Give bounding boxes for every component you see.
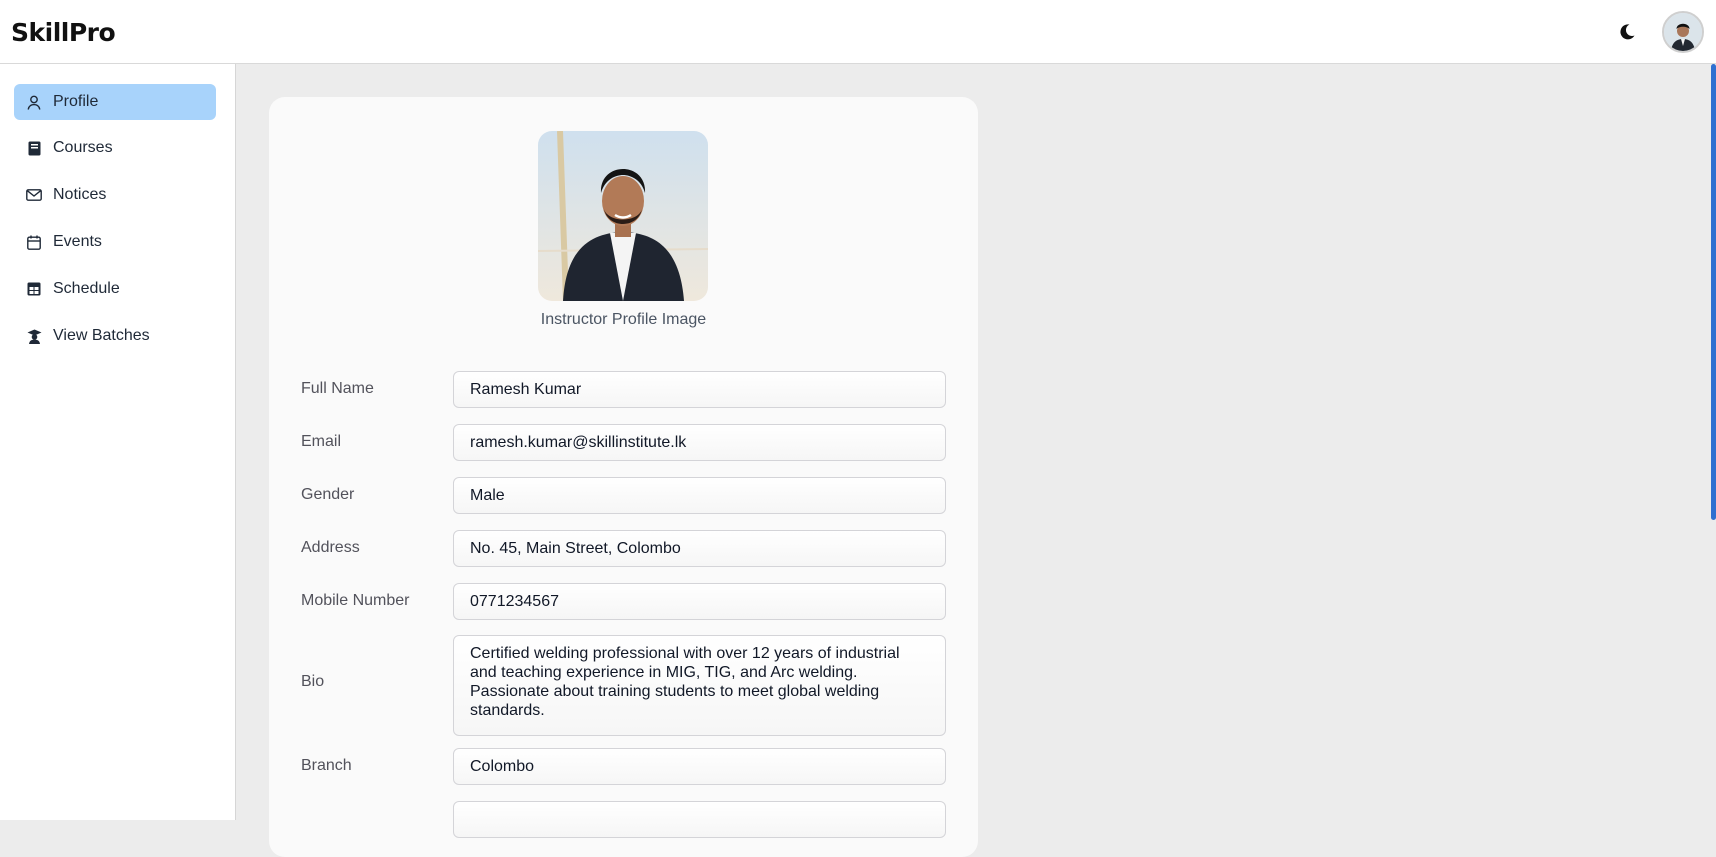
calendar-icon bbox=[26, 234, 42, 250]
brand-logo[interactable]: SkillPro bbox=[11, 18, 116, 47]
sidebar-item-schedule[interactable]: Schedule bbox=[14, 271, 216, 307]
user-icon bbox=[26, 94, 42, 110]
sidebar-item-label: Notices bbox=[53, 186, 107, 203]
full-name-field[interactable]: Ramesh Kumar bbox=[453, 371, 946, 408]
book-icon bbox=[26, 140, 42, 156]
top-bar: SkillPro bbox=[0, 0, 1716, 64]
graduation-icon bbox=[26, 328, 42, 344]
moon-icon[interactable] bbox=[1617, 22, 1637, 42]
branch-field[interactable]: Colombo bbox=[453, 748, 946, 785]
sidebar-item-profile[interactable]: Profile bbox=[14, 84, 216, 120]
vertical-scrollbar[interactable] bbox=[1711, 64, 1716, 520]
avatar-image bbox=[1664, 13, 1702, 51]
profile-image-caption: Instructor Profile Image bbox=[540, 311, 707, 328]
mobile-number-label: Mobile Number bbox=[301, 592, 410, 609]
sidebar-item-label: Events bbox=[53, 233, 102, 250]
mobile-number-field[interactable]: 0771234567 bbox=[453, 583, 946, 620]
mail-icon bbox=[26, 187, 42, 203]
gender-label: Gender bbox=[301, 486, 355, 503]
sidebar-item-label: Schedule bbox=[53, 280, 120, 297]
sidebar-item-notices[interactable]: Notices bbox=[14, 177, 216, 213]
bio-label: Bio bbox=[301, 673, 325, 690]
branch-label: Branch bbox=[301, 757, 352, 774]
sidebar: Profile Courses Notices Events Schedule … bbox=[0, 64, 236, 820]
user-avatar[interactable] bbox=[1662, 11, 1704, 53]
grid-icon bbox=[26, 281, 42, 297]
sidebar-item-label: Courses bbox=[53, 139, 113, 156]
sidebar-item-events[interactable]: Events bbox=[14, 224, 216, 260]
gender-field[interactable]: Male bbox=[453, 477, 946, 514]
sidebar-item-courses[interactable]: Courses bbox=[14, 130, 216, 166]
sidebar-item-label: Profile bbox=[53, 93, 99, 110]
main-content: Instructor Profile Image Full Name Rames… bbox=[237, 64, 1716, 857]
profile-card: Instructor Profile Image Full Name Rames… bbox=[269, 97, 978, 857]
sidebar-item-label: View Batches bbox=[53, 327, 150, 344]
address-label: Address bbox=[301, 539, 360, 556]
sidebar-item-view-batches[interactable]: View Batches bbox=[14, 318, 216, 354]
bio-field[interactable]: Certified welding professional with over… bbox=[453, 635, 946, 736]
full-name-label: Full Name bbox=[301, 380, 374, 397]
address-field[interactable]: No. 45, Main Street, Colombo bbox=[453, 530, 946, 567]
email-label: Email bbox=[301, 433, 342, 450]
instructor-photo bbox=[538, 131, 708, 301]
email-field[interactable]: ramesh.kumar@skillinstitute.lk bbox=[453, 424, 946, 461]
profile-image bbox=[538, 131, 708, 301]
